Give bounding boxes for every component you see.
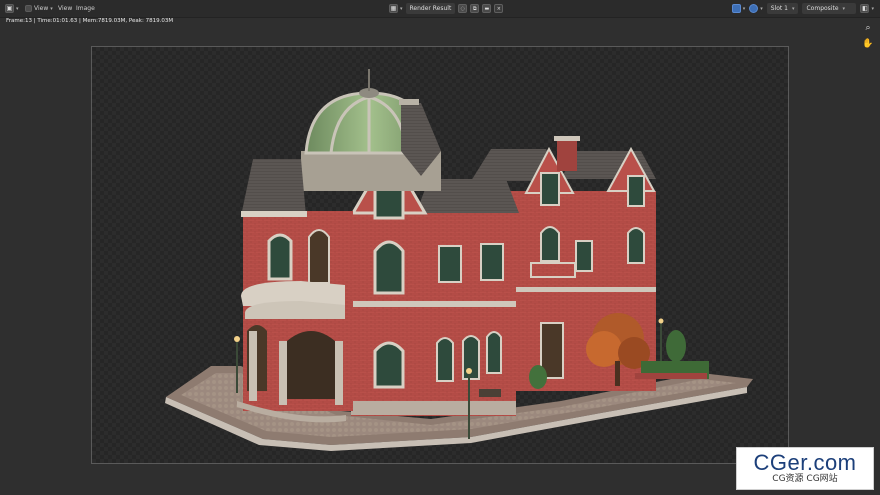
dome-tower [301,69,441,191]
browse-image-button[interactable]: ▦ ▾ [389,3,403,14]
left-wing [237,159,353,423]
chevron-down-icon: ▾ [842,5,846,12]
menu-view-label: View [58,5,73,12]
watermark-main-text: CGer.com [753,450,857,475]
view-dropdown[interactable]: View ▾ [25,3,53,14]
slot-label: Slot 1 [770,5,788,12]
chevron-down-icon: ▾ [791,5,795,12]
overlay-button[interactable]: ▾ [749,3,763,14]
chevron-down-icon: ▾ [871,5,874,12]
hand-pan-icon[interactable]: ✋ [862,38,874,50]
close-icon[interactable]: × [494,4,504,13]
slot-dropdown[interactable]: Slot 1 ▾ [766,3,799,14]
image-name-field[interactable]: Render Result [405,3,456,14]
render-stats: Frame:13 | Time:01:01.63 | Mem:7819.03M,… [6,18,174,24]
chevron-down-icon: ▾ [16,5,19,12]
new-image-icon[interactable]: ⧉ [470,4,480,13]
open-folder-icon[interactable]: ▬ [482,4,492,13]
render-pass-dropdown[interactable]: Composite ▾ [802,3,857,14]
editor-type-selector[interactable]: ▣ ▾ [5,3,19,14]
chevron-down-icon: ▾ [50,5,53,12]
image-editor-header: ▣ ▾ View ▾ View Image ▦ ▾ Render Result … [0,0,880,18]
chevron-down-icon: ▾ [400,5,403,12]
display-channels-icon [731,4,741,13]
chevron-down-icon: ▾ [760,5,763,12]
watermark-sub-text: CG资源 CG网站 [772,474,838,484]
overlay-icon [749,4,759,13]
pass-label: Composite [806,5,839,12]
chevron-down-icon: ▾ [742,5,746,12]
menu-image-label: Image [76,5,95,12]
image-browser: ▦ ▾ Render Result ◌ ⧉ ▬ × [389,3,504,14]
zoom-icon[interactable]: ⌕ [862,22,874,34]
image-icon: ▦ [389,4,398,13]
menu-image[interactable]: Image [76,3,95,14]
sidebar-icon: ◧ [860,4,870,13]
display-channels-button[interactable]: ▾ [731,3,746,14]
menu-view[interactable]: View [58,3,72,14]
menu-view-label: View [34,5,49,12]
navigation-gizmo: ⌕ ✋ [862,22,874,50]
header-right-controls: ▾ ▾ Slot 1 ▾ Composite ▾ ◧ ▾ [731,3,874,14]
watermark-logo: CGer.com CG资源 CG网站 [736,447,874,490]
image-editor-icon: ▣ [5,4,14,13]
view-mode-icon [25,5,32,12]
fake-user-icon[interactable]: ◌ [458,4,468,13]
image-name: Render Result [409,5,452,12]
render-image [165,69,753,451]
sidebar-toggle-button[interactable]: ◧ ▾ [860,3,874,14]
render-result-viewport[interactable] [91,46,789,464]
